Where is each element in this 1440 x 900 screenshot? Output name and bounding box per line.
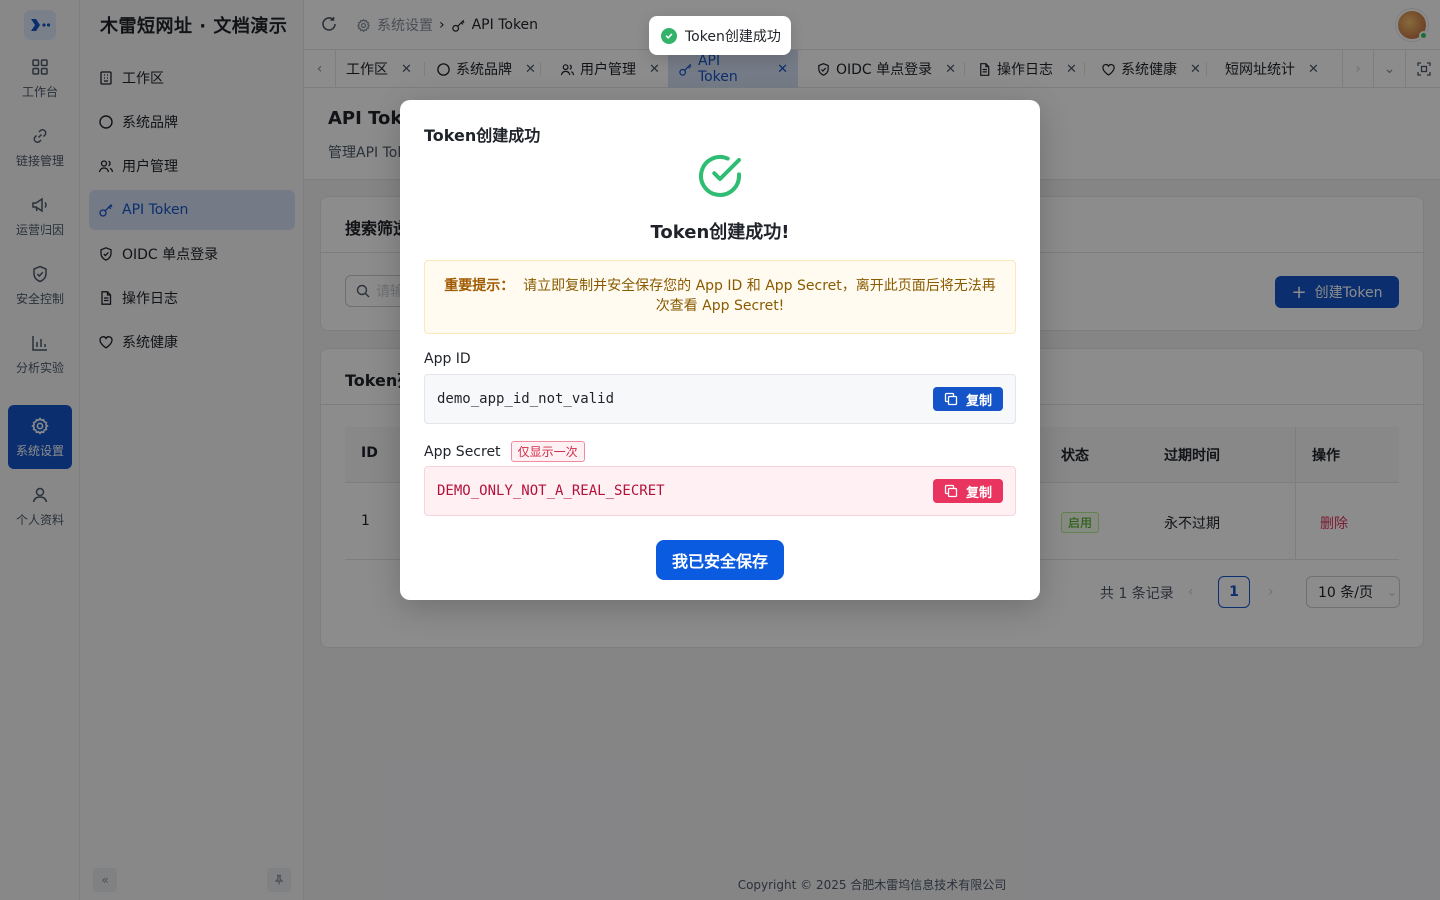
token-success-dialog: Token创建成功 Token创建成功! 重要提示： 请立即复制并安全保存您的 …: [400, 100, 1040, 600]
app-id-value[interactable]: demo_app_id_not_valid: [437, 391, 614, 407]
show-once-tag: 仅显示一次: [510, 441, 585, 462]
copy-icon: [944, 392, 958, 406]
check-circle-icon: [661, 27, 677, 44]
app-id-label: App ID: [424, 351, 471, 367]
confirm-saved-button[interactable]: 我已安全保存: [656, 540, 784, 580]
app-id-field: demo_app_id_not_valid 复制: [424, 374, 1016, 424]
success-heading: Token创建成功!: [650, 222, 790, 243]
app-secret-label-text: App Secret: [424, 443, 501, 460]
success-toast: Token创建成功: [649, 16, 791, 55]
copy-icon: [944, 484, 958, 498]
copy-app-id-button[interactable]: 复制: [933, 387, 1003, 411]
app-secret-field: DEMO_ONLY_NOT_A_REAL_SECRET 复制: [424, 466, 1016, 516]
copy-label: 复制: [965, 393, 992, 409]
copy-app-secret-button[interactable]: 复制: [933, 479, 1003, 503]
app-id-label-text: App ID: [424, 351, 471, 367]
warning-label: 重要提示：: [444, 278, 515, 294]
confirm-saved-label: 我已安全保存: [671, 552, 768, 571]
toast-message: Token创建成功: [685, 28, 781, 45]
copy-label: 复制: [965, 485, 992, 501]
warning-notice: 重要提示： 请立即复制并安全保存您的 App ID 和 App Secret，离…: [424, 260, 1016, 334]
app-secret-label: App Secret 仅显示一次: [424, 441, 585, 462]
app-secret-value[interactable]: DEMO_ONLY_NOT_A_REAL_SECRET: [437, 483, 665, 499]
success-check-icon: [699, 154, 741, 197]
warning-text: 请立即复制并安全保存您的 App ID 和 App Secret，离开此页面后将…: [523, 278, 996, 314]
dialog-title: Token创建成功: [424, 126, 541, 145]
